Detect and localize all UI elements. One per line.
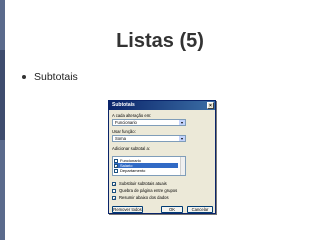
chevron-down-icon[interactable]: ▾ <box>179 120 185 125</box>
group-by-value: Funcionario <box>115 120 137 125</box>
checkbox[interactable]: ✓ <box>112 195 116 201</box>
function-select[interactable]: Soma ▾ <box>112 135 186 142</box>
option-summary-below[interactable]: ✓ Resumir abaixo dos dados <box>112 195 169 201</box>
checkbox[interactable] <box>114 158 118 163</box>
slide-accent-bar-dark <box>0 50 5 140</box>
checkbox[interactable] <box>114 168 118 173</box>
list-scrollbar[interactable] <box>180 157 185 175</box>
option-replace-subtotals[interactable]: ✓ Substituir subtotais atuais <box>112 181 167 187</box>
option-label: Quebra de página entre grupos <box>119 188 178 193</box>
function-label: Usar função: <box>112 129 136 134</box>
list-item-label: Departamento <box>120 168 146 173</box>
close-button[interactable]: × <box>207 102 214 109</box>
option-label: Resumir abaixo dos dados <box>119 195 169 200</box>
option-label: Substituir subtotais atuais <box>119 181 167 186</box>
function-value: Soma <box>115 136 126 141</box>
bullet-dot-icon <box>22 75 26 79</box>
checkbox[interactable]: ✓ <box>114 163 118 169</box>
dialog-title: Subtotais <box>112 102 135 108</box>
list-item-departamento[interactable]: Departamento <box>114 168 178 173</box>
bullet-item: Subtotais <box>22 71 78 83</box>
bullet-text: Subtotais <box>34 71 78 83</box>
group-by-select[interactable]: Funcionario ▾ <box>112 119 186 126</box>
dialog-titlebar[interactable]: Subtotais × <box>109 101 215 110</box>
remove-all-button[interactable]: Remover todos <box>112 206 143 213</box>
subtotals-dialog: Subtotais × A cada alteração em: Funcion… <box>108 100 216 214</box>
checkbox[interactable]: ✓ <box>112 181 116 187</box>
ok-button[interactable]: OK <box>161 206 183 213</box>
option-page-break[interactable]: Quebra de página entre grupos <box>112 188 177 193</box>
chevron-down-icon[interactable]: ▾ <box>179 136 185 141</box>
group-by-label: A cada alteração em: <box>112 113 152 118</box>
cancel-button[interactable]: Cancelar <box>187 206 213 213</box>
checkbox[interactable] <box>112 188 116 193</box>
slide-title: Listas (5) <box>116 30 204 52</box>
subtotal-columns-list[interactable]: Funcionario ✓ Salario Departamento <box>112 156 186 176</box>
add-subtotal-label: Adicionar subtotal a: <box>112 146 150 151</box>
